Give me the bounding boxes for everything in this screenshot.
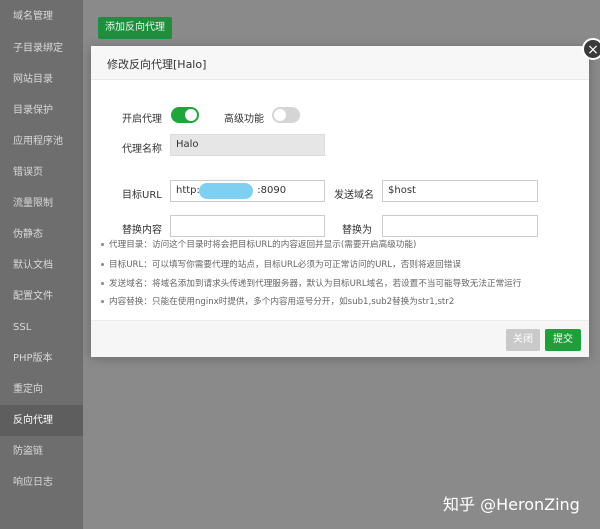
sidebar-item-response-log[interactable]: 响应日志 [0, 467, 83, 498]
send-domain-label: 发送域名 [334, 190, 374, 201]
modal-footer: 关闭 提交 [91, 320, 589, 357]
modal-header: 修改反向代理[Halo] [91, 46, 589, 80]
sidebar-item-default-doc[interactable]: 默认文档 [0, 250, 83, 281]
close-icon[interactable]: × [582, 38, 600, 60]
sidebar-item-config-file[interactable]: 配置文件 [0, 281, 83, 312]
sidebar-item-site-dir[interactable]: 网站目录 [0, 64, 83, 95]
bullet-icon [101, 300, 104, 303]
bullet-icon [101, 243, 104, 246]
replace-content-input[interactable] [170, 215, 325, 237]
sidebar-item-traffic-limit[interactable]: 流量限制 [0, 188, 83, 219]
replace-with-input[interactable] [382, 215, 538, 237]
bullet-icon [101, 263, 104, 266]
sidebar-item-rewrite[interactable]: 伪静态 [0, 219, 83, 250]
sidebar-item-reverse-proxy[interactable]: 反向代理 [0, 405, 83, 436]
advanced-toggle[interactable] [272, 107, 300, 123]
sidebar-item-dir-protect[interactable]: 目录保护 [0, 95, 83, 126]
help-note: 目标URL：可以填写你需要代理的站点，目标URL必须为可正常访问的URL，否则将… [101, 258, 461, 270]
toggle-knob [274, 109, 286, 121]
advanced-label: 高级功能 [224, 114, 264, 125]
help-note: 代理目录：访问这个目录时将会把目标URL的内容返回并显示(需要开启高级功能) [101, 238, 416, 250]
help-note: 内容替换：只能在使用nginx时提供，多个内容用逗号分开，如sub1,sub2替… [101, 295, 454, 307]
proxy-name-label: 代理名称 [122, 144, 162, 155]
sidebar-item-app-pool[interactable]: 应用程序池 [0, 126, 83, 157]
send-domain-input[interactable]: $host [382, 180, 538, 202]
replace-content-label: 替换内容 [122, 225, 162, 236]
enable-proxy-label: 开启代理 [122, 114, 162, 125]
sidebar-item-php-version[interactable]: PHP版本 [0, 343, 83, 374]
sidebar-item-ssl[interactable]: SSL [0, 312, 83, 343]
help-note: 发送域名：将域名添加到请求头传递到代理服务器，默认为目标URL域名，若设置不当可… [101, 277, 521, 289]
bullet-icon [101, 282, 104, 285]
watermark: 知乎 @HeronZing [443, 495, 580, 514]
target-url-suffix: :8090 [257, 185, 287, 196]
add-reverse-proxy-button[interactable]: 添加反向代理 [98, 17, 172, 39]
close-button[interactable]: 关闭 [506, 329, 540, 351]
enable-proxy-toggle[interactable] [171, 107, 199, 123]
submit-button[interactable]: 提交 [545, 329, 581, 351]
redaction-blur [199, 183, 253, 199]
modal-title: 修改反向代理[Halo] [107, 58, 207, 71]
sidebar-item-redirect[interactable]: 重定向 [0, 374, 83, 405]
sidebar-item-domain[interactable]: 域名管理 [0, 0, 83, 33]
edit-proxy-modal: 修改反向代理[Halo] 开启代理 高级功能 代理名称 Halo 目标URL h… [91, 46, 589, 357]
sidebar-item-hotlink[interactable]: 防盗链 [0, 436, 83, 467]
sidebar-item-subdir-binding[interactable]: 子目录绑定 [0, 33, 83, 64]
sidebar-item-error-page[interactable]: 错误页 [0, 157, 83, 188]
toggle-knob [185, 109, 197, 121]
proxy-name-field: Halo [170, 134, 325, 156]
replace-with-label: 替换为 [342, 225, 372, 236]
sidebar: 域名管理 子目录绑定 网站目录 目录保护 应用程序池 错误页 流量限制 伪静态 … [0, 0, 83, 529]
target-url-label: 目标URL [122, 190, 162, 201]
